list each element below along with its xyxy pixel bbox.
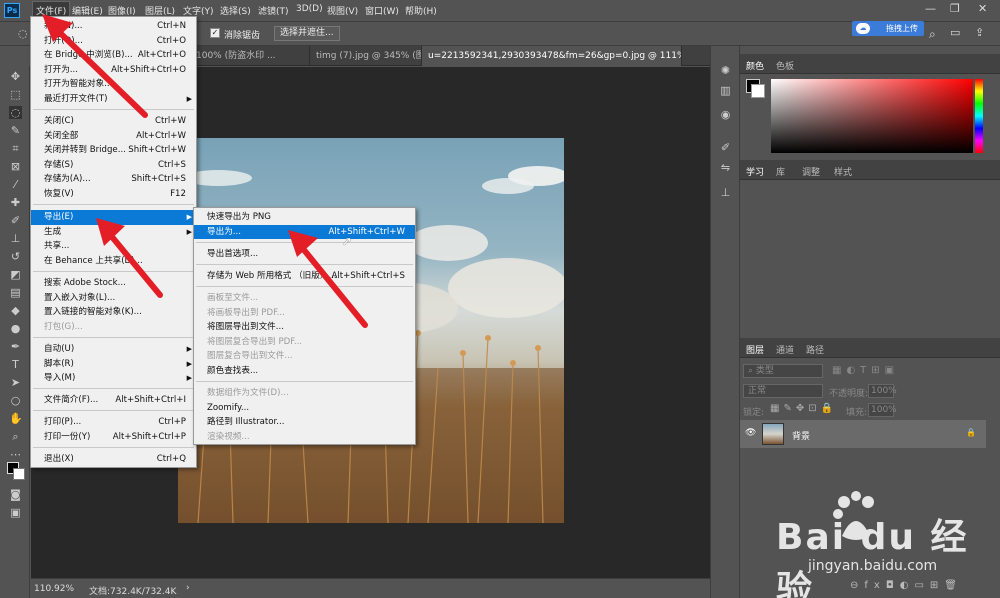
watermark-url: jingyan.baidu.com xyxy=(808,558,938,574)
baidu-watermark: Bai du 经验 jingyan.baidu.com xyxy=(768,488,1000,598)
watermark-brand: Bai du 经验 xyxy=(776,517,969,598)
arrowhead-export xyxy=(96,218,125,246)
arrow-export xyxy=(105,229,163,298)
arrow-export-as xyxy=(297,242,368,328)
arrow-file-menu xyxy=(52,25,148,118)
